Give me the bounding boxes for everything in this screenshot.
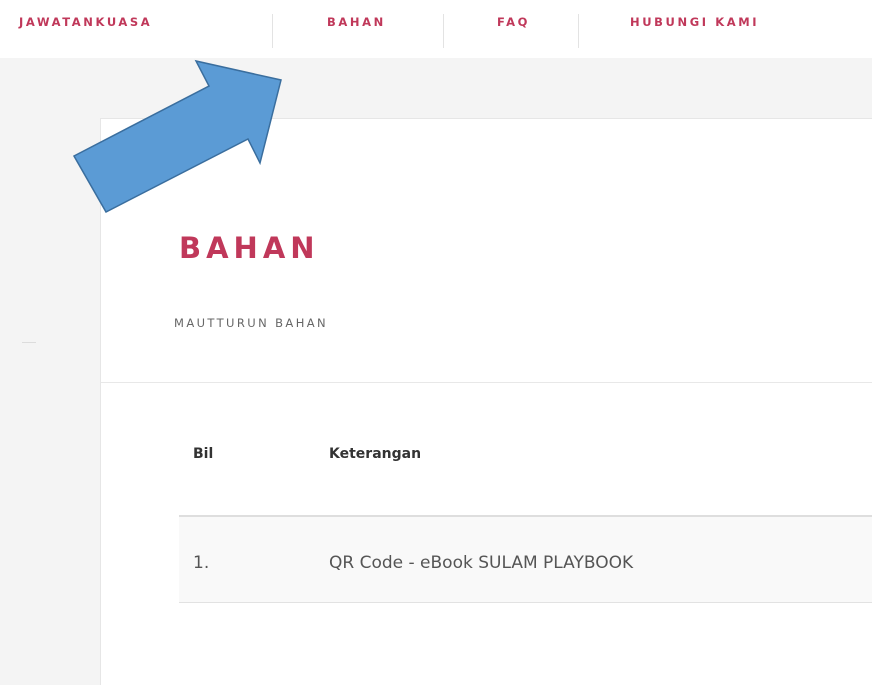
content-card: BAHAN MAUTTURUN BAHAN Bil Keterangan 1. … [100,118,872,685]
nav-separator [578,14,579,48]
nav-item-jawatankuasa[interactable]: JAWATANKUASA [19,15,152,29]
table-row[interactable]: 1. QR Code - eBook SULAM PLAYBOOK [179,517,872,603]
nav-separator [272,14,273,48]
nav-separator [443,14,444,48]
column-header-keterangan: Keterangan [329,446,422,462]
cell-keterangan[interactable]: QR Code - eBook SULAM PLAYBOOK [329,553,633,573]
page-title: BAHAN [179,231,320,265]
column-header-bil: Bil [193,446,214,462]
card-header: BAHAN MAUTTURUN BAHAN [101,119,872,383]
nav-item-hubungi-kami[interactable]: HUBUNGI KAMI [630,15,759,29]
divider [22,342,36,343]
page-subtitle: MAUTTURUN BAHAN [174,316,329,330]
nav-item-faq[interactable]: FAQ [497,15,530,29]
top-navigation: JAWATANKUASA BAHAN FAQ HUBUNGI KAMI [0,0,872,58]
cell-bil: 1. [193,553,210,573]
nav-item-bahan[interactable]: BAHAN [327,15,386,29]
